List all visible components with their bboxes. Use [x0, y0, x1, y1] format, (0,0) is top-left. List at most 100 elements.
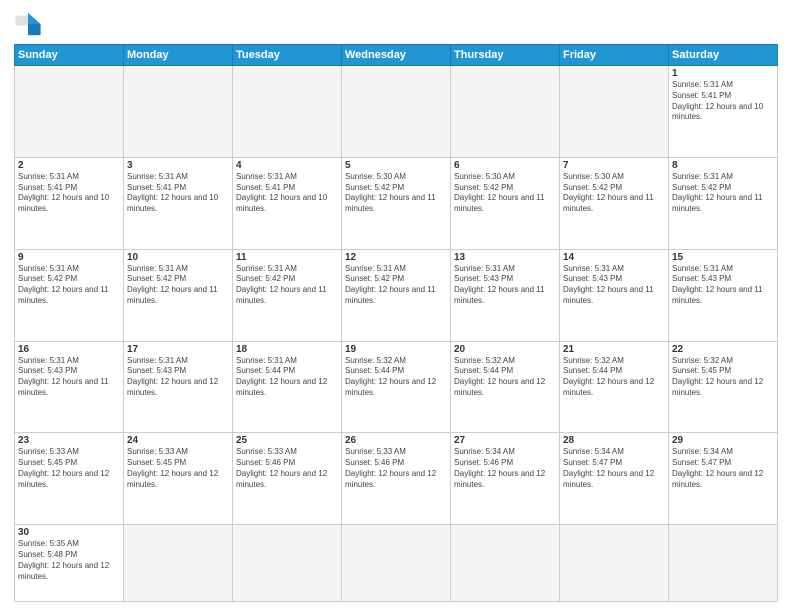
- day-number: 17: [127, 344, 229, 355]
- day-cell: [124, 525, 233, 602]
- week-row-5: 30Sunrise: 5:35 AMSunset: 5:48 PMDayligh…: [15, 525, 778, 602]
- day-cell: 7Sunrise: 5:30 AMSunset: 5:42 PMDaylight…: [560, 157, 669, 249]
- day-number: 8: [672, 160, 774, 171]
- calendar-header-row: SundayMondayTuesdayWednesdayThursdayFrid…: [15, 45, 778, 66]
- day-info: Sunrise: 5:33 AMSunset: 5:46 PMDaylight:…: [236, 447, 338, 490]
- day-number: 12: [345, 252, 447, 263]
- day-info: Sunrise: 5:31 AMSunset: 5:42 PMDaylight:…: [127, 264, 229, 307]
- day-info: Sunrise: 5:31 AMSunset: 5:43 PMDaylight:…: [454, 264, 556, 307]
- week-row-3: 16Sunrise: 5:31 AMSunset: 5:43 PMDayligh…: [15, 341, 778, 433]
- day-number: 21: [563, 344, 665, 355]
- day-info: Sunrise: 5:32 AMSunset: 5:44 PMDaylight:…: [563, 356, 665, 399]
- day-info: Sunrise: 5:32 AMSunset: 5:44 PMDaylight:…: [345, 356, 447, 399]
- calendar-table: SundayMondayTuesdayWednesdayThursdayFrid…: [14, 44, 778, 602]
- day-info: Sunrise: 5:34 AMSunset: 5:47 PMDaylight:…: [563, 447, 665, 490]
- day-cell: 3Sunrise: 5:31 AMSunset: 5:41 PMDaylight…: [124, 157, 233, 249]
- day-cell: 17Sunrise: 5:31 AMSunset: 5:43 PMDayligh…: [124, 341, 233, 433]
- day-info: Sunrise: 5:32 AMSunset: 5:45 PMDaylight:…: [672, 356, 774, 399]
- day-cell: [124, 66, 233, 158]
- day-cell: [560, 525, 669, 602]
- day-cell: [342, 66, 451, 158]
- day-cell: 21Sunrise: 5:32 AMSunset: 5:44 PMDayligh…: [560, 341, 669, 433]
- day-number: 16: [18, 344, 120, 355]
- day-cell: 27Sunrise: 5:34 AMSunset: 5:46 PMDayligh…: [451, 433, 560, 525]
- day-info: Sunrise: 5:31 AMSunset: 5:42 PMDaylight:…: [672, 172, 774, 215]
- day-cell: [669, 525, 778, 602]
- header: [14, 10, 778, 38]
- day-cell: [15, 66, 124, 158]
- logo: [14, 10, 46, 38]
- day-cell: 15Sunrise: 5:31 AMSunset: 5:43 PMDayligh…: [669, 249, 778, 341]
- day-info: Sunrise: 5:31 AMSunset: 5:42 PMDaylight:…: [236, 264, 338, 307]
- day-cell: 1Sunrise: 5:31 AMSunset: 5:41 PMDaylight…: [669, 66, 778, 158]
- day-cell: 19Sunrise: 5:32 AMSunset: 5:44 PMDayligh…: [342, 341, 451, 433]
- day-cell: 4Sunrise: 5:31 AMSunset: 5:41 PMDaylight…: [233, 157, 342, 249]
- day-cell: 29Sunrise: 5:34 AMSunset: 5:47 PMDayligh…: [669, 433, 778, 525]
- day-cell: 10Sunrise: 5:31 AMSunset: 5:42 PMDayligh…: [124, 249, 233, 341]
- day-cell: [233, 525, 342, 602]
- day-cell: 6Sunrise: 5:30 AMSunset: 5:42 PMDaylight…: [451, 157, 560, 249]
- logo-icon: [14, 10, 42, 38]
- day-cell: 8Sunrise: 5:31 AMSunset: 5:42 PMDaylight…: [669, 157, 778, 249]
- week-row-4: 23Sunrise: 5:33 AMSunset: 5:45 PMDayligh…: [15, 433, 778, 525]
- col-header-friday: Friday: [560, 45, 669, 66]
- day-number: 11: [236, 252, 338, 263]
- day-cell: 16Sunrise: 5:31 AMSunset: 5:43 PMDayligh…: [15, 341, 124, 433]
- day-cell: [233, 66, 342, 158]
- day-number: 1: [672, 68, 774, 79]
- day-cell: 25Sunrise: 5:33 AMSunset: 5:46 PMDayligh…: [233, 433, 342, 525]
- day-info: Sunrise: 5:31 AMSunset: 5:41 PMDaylight:…: [127, 172, 229, 215]
- day-info: Sunrise: 5:30 AMSunset: 5:42 PMDaylight:…: [345, 172, 447, 215]
- day-cell: [342, 525, 451, 602]
- day-number: 25: [236, 435, 338, 446]
- day-number: 28: [563, 435, 665, 446]
- day-cell: [560, 66, 669, 158]
- day-cell: 18Sunrise: 5:31 AMSunset: 5:44 PMDayligh…: [233, 341, 342, 433]
- day-cell: 26Sunrise: 5:33 AMSunset: 5:46 PMDayligh…: [342, 433, 451, 525]
- day-info: Sunrise: 5:33 AMSunset: 5:46 PMDaylight:…: [345, 447, 447, 490]
- day-info: Sunrise: 5:34 AMSunset: 5:46 PMDaylight:…: [454, 447, 556, 490]
- day-number: 27: [454, 435, 556, 446]
- day-info: Sunrise: 5:31 AMSunset: 5:43 PMDaylight:…: [563, 264, 665, 307]
- week-row-2: 9Sunrise: 5:31 AMSunset: 5:42 PMDaylight…: [15, 249, 778, 341]
- day-number: 13: [454, 252, 556, 263]
- day-number: 3: [127, 160, 229, 171]
- day-number: 4: [236, 160, 338, 171]
- day-info: Sunrise: 5:30 AMSunset: 5:42 PMDaylight:…: [563, 172, 665, 215]
- day-cell: [451, 66, 560, 158]
- day-number: 9: [18, 252, 120, 263]
- day-cell: 23Sunrise: 5:33 AMSunset: 5:45 PMDayligh…: [15, 433, 124, 525]
- day-info: Sunrise: 5:31 AMSunset: 5:41 PMDaylight:…: [672, 80, 774, 123]
- day-number: 10: [127, 252, 229, 263]
- day-number: 23: [18, 435, 120, 446]
- col-header-tuesday: Tuesday: [233, 45, 342, 66]
- day-cell: 12Sunrise: 5:31 AMSunset: 5:42 PMDayligh…: [342, 249, 451, 341]
- col-header-wednesday: Wednesday: [342, 45, 451, 66]
- day-info: Sunrise: 5:31 AMSunset: 5:42 PMDaylight:…: [18, 264, 120, 307]
- week-row-1: 2Sunrise: 5:31 AMSunset: 5:41 PMDaylight…: [15, 157, 778, 249]
- day-info: Sunrise: 5:31 AMSunset: 5:42 PMDaylight:…: [345, 264, 447, 307]
- day-number: 5: [345, 160, 447, 171]
- day-info: Sunrise: 5:31 AMSunset: 5:41 PMDaylight:…: [236, 172, 338, 215]
- day-number: 20: [454, 344, 556, 355]
- day-number: 6: [454, 160, 556, 171]
- day-number: 24: [127, 435, 229, 446]
- day-cell: 14Sunrise: 5:31 AMSunset: 5:43 PMDayligh…: [560, 249, 669, 341]
- day-number: 19: [345, 344, 447, 355]
- day-info: Sunrise: 5:31 AMSunset: 5:44 PMDaylight:…: [236, 356, 338, 399]
- day-info: Sunrise: 5:31 AMSunset: 5:41 PMDaylight:…: [18, 172, 120, 215]
- day-cell: 11Sunrise: 5:31 AMSunset: 5:42 PMDayligh…: [233, 249, 342, 341]
- day-cell: 20Sunrise: 5:32 AMSunset: 5:44 PMDayligh…: [451, 341, 560, 433]
- day-cell: 13Sunrise: 5:31 AMSunset: 5:43 PMDayligh…: [451, 249, 560, 341]
- col-header-saturday: Saturday: [669, 45, 778, 66]
- col-header-sunday: Sunday: [15, 45, 124, 66]
- day-number: 7: [563, 160, 665, 171]
- day-cell: 5Sunrise: 5:30 AMSunset: 5:42 PMDaylight…: [342, 157, 451, 249]
- day-info: Sunrise: 5:33 AMSunset: 5:45 PMDaylight:…: [18, 447, 120, 490]
- day-number: 18: [236, 344, 338, 355]
- day-cell: 28Sunrise: 5:34 AMSunset: 5:47 PMDayligh…: [560, 433, 669, 525]
- col-header-thursday: Thursday: [451, 45, 560, 66]
- day-info: Sunrise: 5:33 AMSunset: 5:45 PMDaylight:…: [127, 447, 229, 490]
- col-header-monday: Monday: [124, 45, 233, 66]
- day-number: 29: [672, 435, 774, 446]
